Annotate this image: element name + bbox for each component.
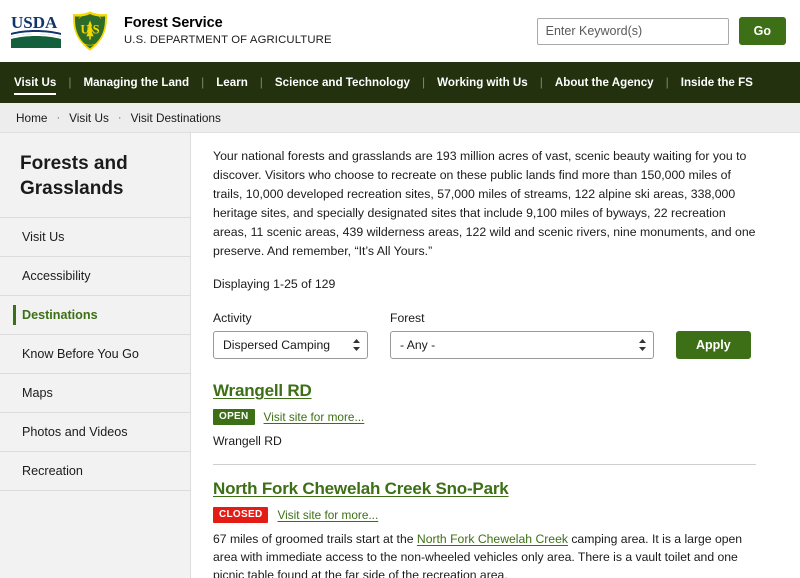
sidebar-item-visit-us[interactable]: Visit Us xyxy=(0,217,190,256)
breadcrumb-separator: · xyxy=(56,111,61,124)
nav-item-inside-the-fs[interactable]: Inside the FS xyxy=(669,62,765,103)
forest-select[interactable]: - Any - xyxy=(390,331,654,360)
inline-place-link[interactable]: North Fork Chewelah Creek xyxy=(417,532,568,546)
breadcrumb: Home · Visit Us · Visit Destinations xyxy=(0,103,800,133)
main-content: Your national forests and grasslands are… xyxy=(191,133,800,578)
breadcrumb-separator: · xyxy=(117,111,122,124)
nav-item-visit-us[interactable]: Visit Us xyxy=(14,62,68,103)
desc-text-before: Wrangell RD xyxy=(213,434,282,449)
result-title-link[interactable]: North Fork Chewelah Creek Sno-Park xyxy=(213,479,509,499)
activity-label: Activity xyxy=(213,311,252,326)
forest-select-value: - Any - xyxy=(400,338,436,353)
svg-text:USDA: USDA xyxy=(11,13,58,32)
result-meta: CLOSED Visit site for more... xyxy=(213,506,756,523)
result-item: Wrangell RD OPEN Visit site for more... … xyxy=(213,381,756,463)
nav-item-learn[interactable]: Learn xyxy=(204,62,260,103)
activity-select-value: Dispersed Camping xyxy=(223,338,331,353)
forest-filter-group: Forest - Any - xyxy=(390,311,654,360)
apply-filters-button[interactable]: Apply xyxy=(676,331,751,360)
nav-item-working-with-us[interactable]: Working with Us xyxy=(425,62,540,103)
forest-service-shield-icon: U S xyxy=(72,11,108,51)
search-area: Go xyxy=(536,17,786,45)
sidebar-item-know-before-you-go[interactable]: Know Before You Go xyxy=(0,334,190,373)
filter-bar: Activity Dispersed Camping Forest - Any … xyxy=(213,311,756,360)
search-go-button[interactable]: Go xyxy=(738,17,786,45)
sidebar-item-maps[interactable]: Maps xyxy=(0,373,190,412)
nav-item-about-the-agency[interactable]: About the Agency xyxy=(543,62,666,103)
breadcrumb-item-visit-destinations[interactable]: Visit Destinations xyxy=(131,111,221,125)
page-layout: Forests and Grasslands Visit Us Accessib… xyxy=(0,133,800,578)
result-description: Wrangell RD xyxy=(213,432,756,450)
sidebar-item-recreation[interactable]: Recreation xyxy=(0,451,190,492)
logo-group[interactable]: USDA U S xyxy=(10,10,124,52)
visit-site-link[interactable]: Visit site for more... xyxy=(277,508,378,522)
brand-subtitle: U.S. DEPARTMENT OF AGRICULTURE xyxy=(124,33,332,46)
activity-select[interactable]: Dispersed Camping xyxy=(213,331,368,360)
chevron-updown-icon xyxy=(352,338,361,352)
results-count: Displaying 1-25 of 129 xyxy=(213,277,336,292)
forest-label: Forest xyxy=(390,311,425,326)
status-badge: CLOSED xyxy=(213,506,269,523)
result-meta: OPEN Visit site for more... xyxy=(213,409,756,426)
sidebar-item-photos-and-videos[interactable]: Photos and Videos xyxy=(0,412,190,451)
sidebar-item-destinations[interactable]: Destinations xyxy=(0,295,190,334)
sidebar-title: Forests and Grasslands xyxy=(20,153,128,200)
breadcrumb-item-visit-us[interactable]: Visit Us xyxy=(69,111,109,125)
sidebar: Forests and Grasslands Visit Us Accessib… xyxy=(0,133,191,578)
result-description: 67 miles of groomed trails start at the … xyxy=(213,530,756,578)
desc-text-before: 67 miles of groomed trails start at the xyxy=(213,531,417,546)
result-item: North Fork Chewelah Creek Sno-Park CLOSE… xyxy=(213,463,756,578)
activity-filter-group: Activity Dispersed Camping xyxy=(213,311,368,360)
search-input[interactable] xyxy=(536,17,729,45)
brand-block: Forest Service U.S. DEPARTMENT OF AGRICU… xyxy=(124,15,332,47)
breadcrumb-item-home[interactable]: Home xyxy=(16,111,47,125)
primary-navigation: Visit Us | Managing the Land | Learn | S… xyxy=(0,62,800,103)
intro-paragraph: Your national forests and grasslands are… xyxy=(213,149,756,259)
result-title-link[interactable]: Wrangell RD xyxy=(213,381,312,401)
nav-item-managing-the-land[interactable]: Managing the Land xyxy=(71,62,201,103)
status-badge: OPEN xyxy=(213,409,255,426)
nav-item-science-and-technology[interactable]: Science and Technology xyxy=(263,62,422,103)
sidebar-item-accessibility[interactable]: Accessibility xyxy=(0,256,190,295)
chevron-updown-icon xyxy=(638,338,647,352)
usda-logo: USDA xyxy=(11,13,61,48)
brand-title: Forest Service xyxy=(124,15,223,32)
site-header: USDA U S Forest Service U.S. DEPARTMENT … xyxy=(0,0,800,62)
visit-site-link[interactable]: Visit site for more... xyxy=(264,410,365,424)
